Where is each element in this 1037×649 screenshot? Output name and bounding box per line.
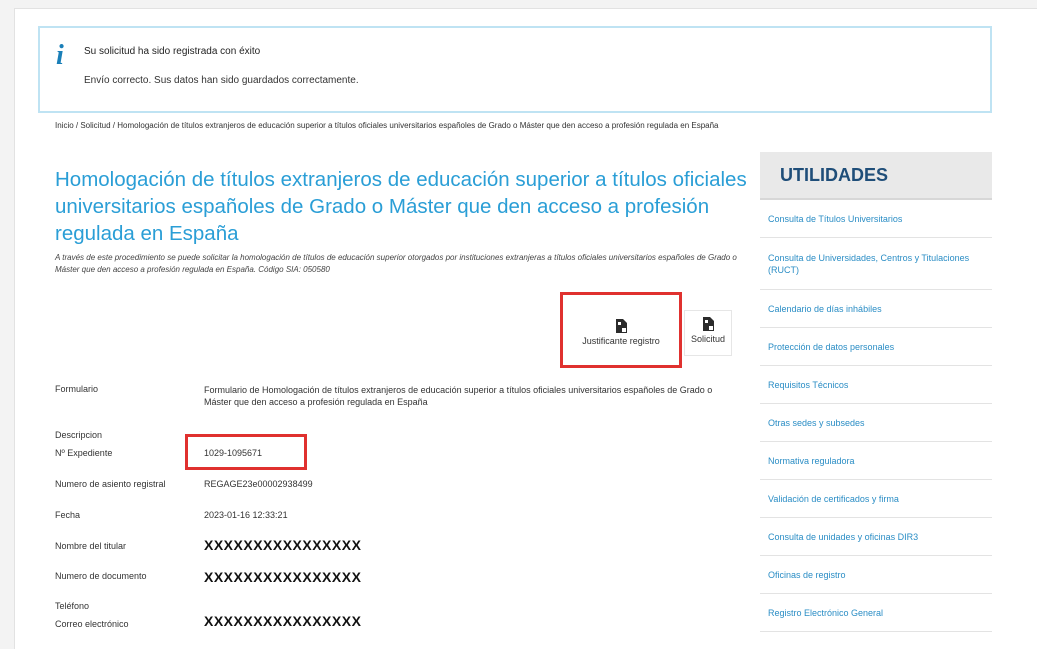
sidebar-item-consulta-titulos[interactable]: Consulta de Títulos Universitarios [760, 200, 992, 238]
sidebar-item-normativa[interactable]: Normativa reguladora [760, 442, 992, 480]
sidebar-item-calendario[interactable]: Calendario de días inhábiles [760, 290, 992, 328]
success-alert: i Su solicitud ha sido registrada con éx… [38, 26, 992, 113]
documento-value: XXXXXXXXXXXXXXXX [204, 569, 362, 585]
sidebar-item-proteccion-datos[interactable]: Protección de datos personales [760, 328, 992, 366]
fecha-label: Fecha [55, 510, 81, 520]
correo-value: XXXXXXXXXXXXXXXX [204, 613, 362, 629]
sidebar-item-dir3[interactable]: Consulta de unidades y oficinas DIR3 [760, 518, 992, 556]
fecha-value: 2023-01-16 12:33:21 [204, 510, 288, 520]
sidebar-item-oficinas[interactable]: Oficinas de registro [760, 556, 992, 594]
utilidades-sidebar: UTILIDADES Consulta de Títulos Universit… [760, 152, 992, 632]
asiento-value: REGAGE23e00002938499 [204, 479, 313, 489]
solicitud-button[interactable]: Solicitud [684, 310, 732, 356]
titular-value: XXXXXXXXXXXXXXXX [204, 537, 362, 553]
expediente-label: Nº Expediente [55, 448, 113, 458]
justificante-registro-button[interactable]: Justificante registro [560, 292, 682, 368]
titular-label: Nombre del titular [55, 541, 127, 551]
page-title: Homologación de títulos extranjeros de e… [55, 168, 747, 245]
documento-label: Numero de documento [55, 571, 147, 581]
formulario-value: Formulario de Homologación de títulos ex… [204, 385, 713, 407]
alert-title: Su solicitud ha sido registrada con éxit… [84, 46, 261, 57]
sidebar-item-validacion[interactable]: Validación de certificados y firma [760, 480, 992, 518]
descripcion-label: Descripcion [55, 430, 103, 440]
solicitud-label: Solicitud [690, 334, 726, 344]
sidebar-item-ruct[interactable]: Consulta de Universidades, Centros y Tit… [760, 238, 992, 290]
pdf-document-icon [616, 319, 627, 333]
procedure-description: A través de este procedimiento se puede … [55, 253, 737, 274]
alert-message: Envío correcto. Sus datos han sido guard… [84, 75, 359, 86]
pdf-document-icon [703, 317, 714, 331]
sidebar-item-requisitos[interactable]: Requisitos Técnicos [760, 366, 992, 404]
justificante-label: Justificante registro [582, 336, 660, 346]
breadcrumb[interactable]: Inicio / Solicitud / Homologación de tít… [55, 121, 719, 130]
sidebar-item-otras-sedes[interactable]: Otras sedes y subsedes [760, 404, 992, 442]
telefono-label: Teléfono [55, 601, 90, 611]
sidebar-title: UTILIDADES [760, 152, 992, 200]
formulario-label: Formulario [55, 384, 99, 394]
asiento-label: Numero de asiento registral [55, 479, 166, 489]
expediente-highlight-box [185, 434, 307, 470]
info-icon: i [56, 40, 64, 71]
sidebar-item-registro-general[interactable]: Registro Electrónico General [760, 594, 992, 632]
correo-label: Correo electrónico [55, 619, 129, 629]
